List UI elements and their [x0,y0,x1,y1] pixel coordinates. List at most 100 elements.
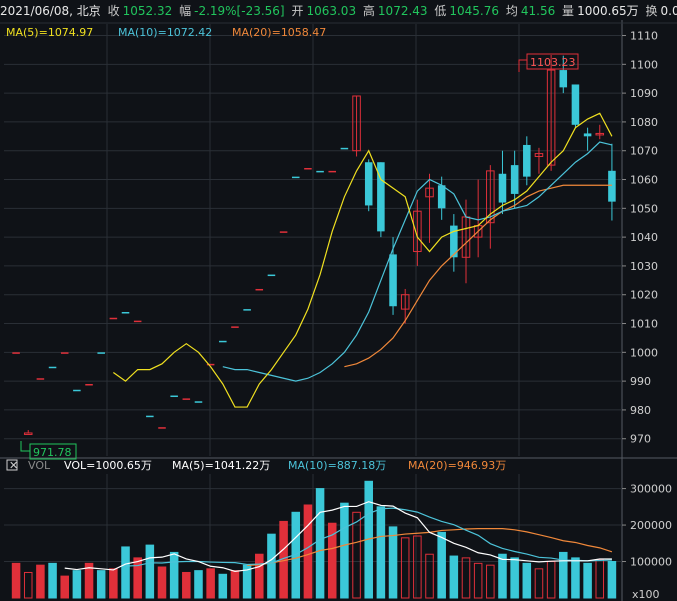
quote-header: 2021/06/08, 北京 收 1052.32 幅 -2.19%[-23.56] … [0,0,677,22]
volume-bar [303,504,313,599]
volume-bar [571,557,580,599]
candle-body [571,84,580,125]
price-tick-label: 1090 [630,87,658,100]
stock-chart[interactable]: 970 980 990 1000 1010 1020 1030 1040 1050 1060 107… [0,0,677,601]
volume-bar [595,559,605,599]
volume-bar [461,557,471,599]
candle-body [170,395,178,398]
high-value: 1072.43 [377,4,428,18]
candle-body [36,378,45,380]
volume-bar [72,570,82,599]
candle-body [279,231,288,233]
volume-tick-label: 300000 [630,483,672,496]
price-tick-label: 1010 [630,318,658,331]
volume-bar [255,553,264,599]
volume-bar [96,570,106,599]
volume-bar [522,562,532,599]
candle-body [340,147,349,150]
ma5-line [113,112,613,408]
volume-bar [182,571,191,599]
volume-bar [133,557,142,599]
high-price-marker: 1103.23 [518,53,579,72]
candle-body [608,170,616,202]
price-tick-label: 980 [630,404,651,417]
candlesticks [12,55,616,435]
volume-bar [60,575,69,599]
candle-body [267,274,276,277]
candle-body [219,340,227,343]
volume-tick-label: 100000 [630,556,672,569]
volume-bar [486,564,495,599]
candle-body [97,352,105,354]
volume-bar [607,561,617,599]
high-label: 高 [362,4,375,18]
vol-ma20: MA(20)=946.93万 [408,459,506,472]
volume-bar [169,551,179,599]
volume-bar [413,535,422,599]
vol-ma20-line [247,528,613,566]
volume-bars [11,480,617,599]
avg-value: 41.56 [520,4,556,18]
legend-ma10: MA(10)=1072.42 [118,26,212,39]
candle-body [48,366,57,369]
volume-bar [376,506,386,599]
volume-bar [36,564,45,599]
candle-body [255,288,264,291]
volume-bar [473,562,483,599]
price-tick-label: 1000 [630,346,658,359]
price-tick-label: 1040 [630,231,658,244]
candle-body-up [23,432,33,435]
candle-body [316,170,324,173]
candle-body [304,168,312,170]
candle-body [60,352,69,354]
candle-body [243,309,251,311]
vol-toggle-glyph: ✕ [9,459,18,472]
candle-body [328,170,337,173]
volume-bar [194,570,203,599]
volume-bar [218,573,228,599]
change-label: 幅 [179,4,192,18]
low-price-marker: 971.78 [20,441,77,460]
volume-bar [23,571,33,599]
price-tick-label: 990 [630,375,651,388]
volume-tick-label: 200000 [630,519,672,532]
legend-ma20: MA(20)=1058.47 [232,26,326,39]
volume-bar [121,546,130,599]
candle-body [182,398,191,400]
volume-bar [388,526,398,599]
volume-axis-labels: 100000 200000 300000 x100 [630,483,672,601]
legend-ma5: MA(5)=1074.97 [6,26,93,39]
candle-body [498,173,507,203]
candle-body [437,185,446,209]
vol-value-header: 1000.65万 [577,4,639,18]
volume-bar [11,562,21,599]
candle-body [291,176,300,179]
vol-ma5: MA(5)=1041.22万 [172,459,270,472]
volume-bar [315,488,325,599]
volume-bar [230,570,240,599]
volume-bar [109,568,118,599]
volume-bar [510,557,519,599]
candle-body [364,162,373,206]
volume-bar [145,544,155,599]
volume-bar [425,553,434,599]
price-tick-label: 970 [630,433,651,446]
candle-body [158,427,166,429]
volume-bar [400,537,410,599]
candle-body [146,415,154,418]
candle-body [194,401,203,403]
candle-body [583,133,592,137]
low-marker-label: 971.78 [33,446,72,459]
low-value: 1045.76 [449,4,500,18]
price-tick-label: 1050 [630,202,658,215]
vol-value: VOL=1000.65万 [64,459,152,472]
candle-body [85,384,93,386]
high-marker-label: 1103.23 [530,56,576,69]
price-tick-label: 1080 [630,116,658,129]
close-label: 收 [107,4,120,18]
price-axis-labels: 970 980 990 1000 1010 1020 1030 1040 1050 1060 107… [630,30,658,446]
change-value: -2.19%[-23.56] [194,4,285,18]
volume-bar [267,533,276,599]
candle-body [389,254,397,307]
volume-bar [157,566,167,599]
